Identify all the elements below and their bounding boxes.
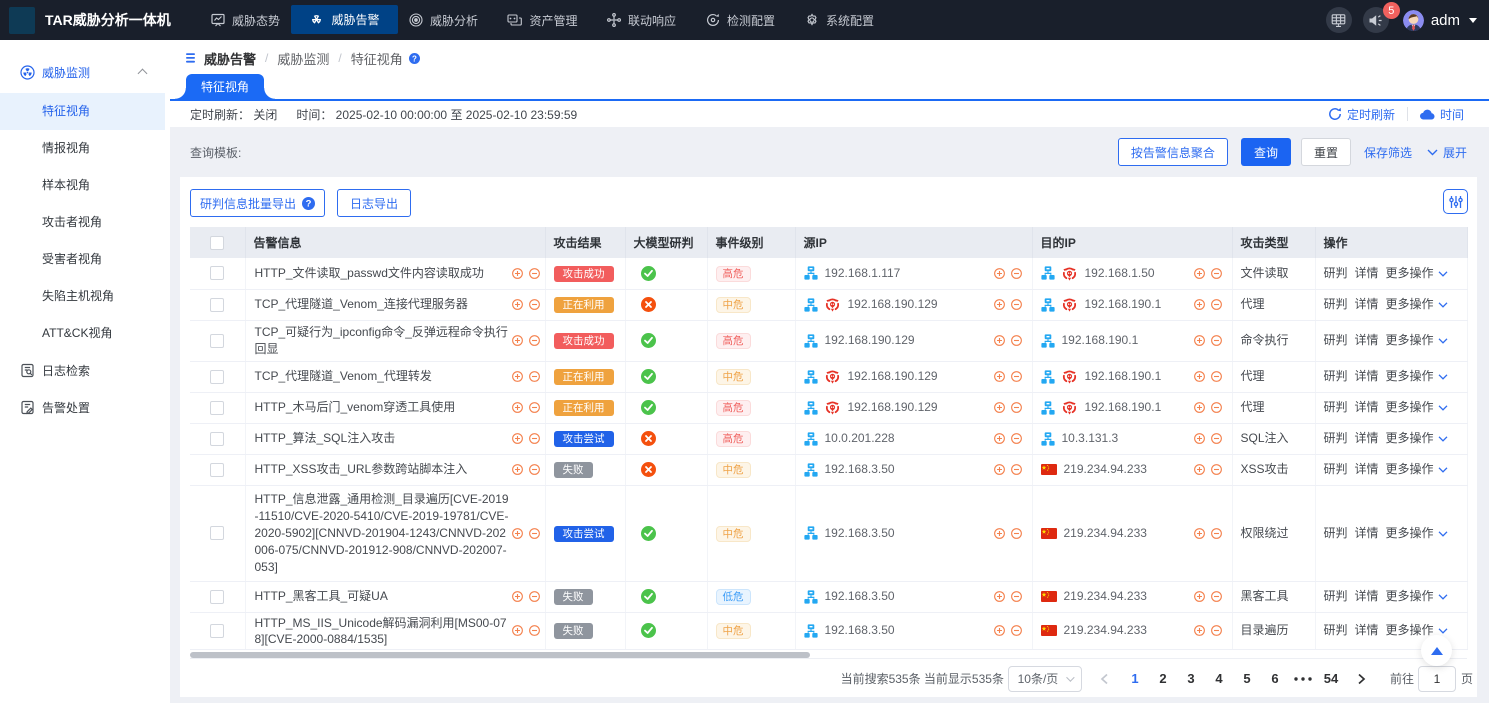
svg-text:?: ? [412, 54, 417, 63]
svg-text:?: ? [306, 198, 312, 209]
